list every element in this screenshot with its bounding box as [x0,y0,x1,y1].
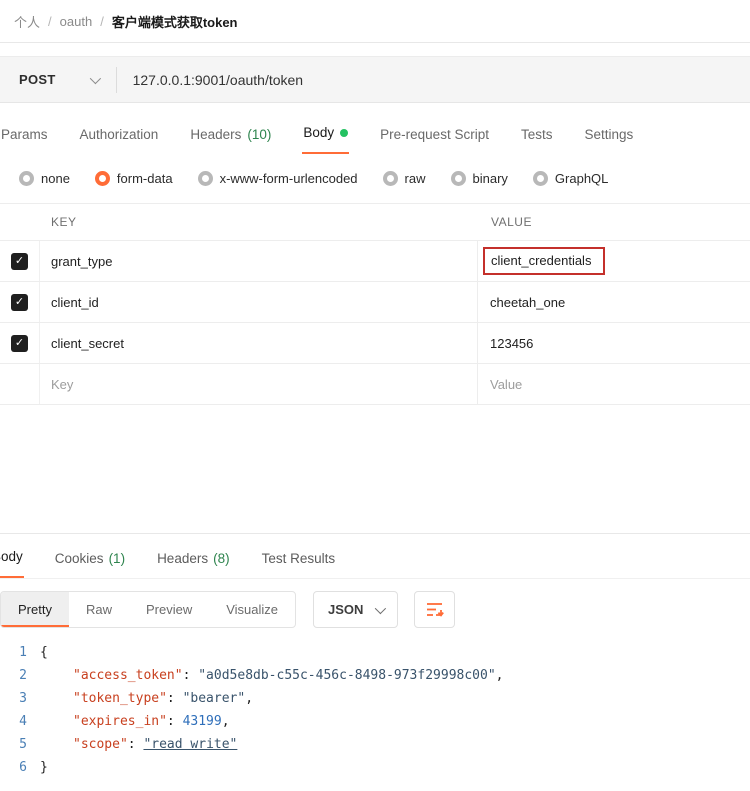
view-mode-group: Pretty Raw Preview Visualize [0,591,297,628]
radio-x-www-form-urlencoded[interactable]: x-www-form-urlencoded [197,171,358,186]
line-number: 1 [19,645,27,660]
cookies-count: (1) [108,551,126,566]
key-placeholder-input[interactable]: Key [40,364,478,404]
tab-authorization[interactable]: Authorization [79,121,160,154]
response-body-viewer: 1 { 2 "access_token": "a0d5e8db-c55c-456… [0,641,750,779]
response-section: Body Cookies(1) Headers(8) Test Results … [0,533,750,779]
radio-form-data[interactable]: form-data [94,171,173,186]
breadcrumb-workspace[interactable]: 个人 [14,12,40,31]
radio-icon [450,171,466,186]
chevron-down-icon [375,602,387,614]
breadcrumb-separator: / [100,14,104,29]
code-line: 2 "access_token": "a0d5e8db-c55c-456c-84… [0,664,750,687]
radio-graphql[interactable]: GraphQL [532,171,608,186]
code-line: 6 } [0,756,750,779]
tab-headers[interactable]: Headers (10) [189,121,272,154]
line-number: 4 [19,714,27,729]
table-row: client_id cheetah_one [0,282,750,323]
param-value[interactable]: cheetah_one [478,282,750,322]
value-column-header: VALUE [491,215,532,229]
table-header: KEY VALUE [0,204,750,241]
row-checkbox[interactable] [11,293,28,311]
response-view-bar: Pretty Raw Preview Visualize JSON [0,591,750,628]
param-key[interactable]: grant_type [40,241,478,281]
radio-binary[interactable]: binary [450,171,508,186]
radio-selected-icon [94,171,110,186]
body-content-dot-icon [340,128,349,137]
tab-pre-request-script[interactable]: Pre-request Script [379,121,490,154]
code-line: 5 "scope": "read write" [0,733,750,756]
param-value[interactable]: 123456 [478,323,750,363]
radio-raw[interactable]: raw [382,171,426,186]
method-label: POST [19,72,56,87]
breadcrumb-collection[interactable]: oauth [60,14,93,29]
chevron-down-icon [89,72,101,84]
code-line: 3 "token_type": "bearer", [0,687,750,710]
view-tab-raw[interactable]: Raw [69,592,129,627]
row-checkbox[interactable] [11,334,28,352]
table-row: client_secret 123456 [0,323,750,364]
line-number: 5 [19,737,27,752]
body-type-selector: none form-data x-www-form-urlencoded raw… [19,171,750,186]
code-line: 4 "expires_in": 43199, [0,710,750,733]
radio-icon [197,171,213,186]
line-number: 6 [19,760,27,775]
view-tab-visualize[interactable]: Visualize [209,592,295,627]
radio-icon [382,171,398,186]
param-key[interactable]: client_id [40,282,478,322]
response-tab-test-results[interactable]: Test Results [261,536,337,578]
response-tab-body[interactable]: Body [0,534,24,578]
request-title: 客户端模式获取token [111,15,238,30]
response-tab-headers[interactable]: Headers (8) [156,536,231,578]
postman-window: 个人 / oauth / 客户端模式获取token POST 127.0.0.1… [0,0,750,791]
param-key[interactable]: client_secret [40,323,478,363]
radio-icon [19,171,34,186]
empty-space [0,405,750,533]
request-url-bar: POST 127.0.0.1:9001/oauth/token [0,56,750,103]
radio-none[interactable]: none [19,171,70,186]
form-data-table: KEY VALUE grant_type client_credentials … [0,203,750,405]
response-headers-count: (8) [213,551,230,566]
breadcrumb: 个人 / oauth / 客户端模式获取token [0,0,750,42]
value-placeholder-input[interactable]: Value [478,364,750,404]
radio-icon [532,171,548,186]
table-row-empty: Key Value [0,364,750,405]
headers-count: (10) [247,127,272,142]
tab-params[interactable]: Params [0,121,49,154]
empty-checkbox-cell [0,364,40,404]
view-tab-preview[interactable]: Preview [129,592,209,627]
key-column-header: KEY [51,215,77,229]
request-tabs: Params Authorization Headers (10) Body Pr… [0,119,750,154]
tab-tests[interactable]: Tests [520,121,554,154]
code-line: 1 { [0,641,750,664]
divider [0,42,750,43]
table-row: grant_type client_credentials [0,241,750,282]
wrap-lines-icon [427,603,445,617]
response-tabs: Body Cookies(1) Headers(8) Test Results [0,534,750,579]
row-checkbox[interactable] [11,252,28,270]
line-number: 3 [19,691,27,706]
param-value[interactable]: client_credentials [478,241,750,281]
tab-body[interactable]: Body [302,119,350,154]
line-number: 2 [19,668,27,683]
method-select[interactable]: POST [0,72,116,87]
annotation-highlight-box: client_credentials [483,247,606,275]
response-tab-cookies[interactable]: Cookies (1) [54,536,126,578]
tab-settings[interactable]: Settings [583,121,634,154]
format-select[interactable]: JSON [313,591,399,628]
url-input[interactable]: 127.0.0.1:9001/oauth/token [117,72,750,88]
breadcrumb-separator: / [48,14,52,29]
view-tab-pretty[interactable]: Pretty [1,592,69,627]
wrap-lines-button[interactable] [414,591,456,628]
